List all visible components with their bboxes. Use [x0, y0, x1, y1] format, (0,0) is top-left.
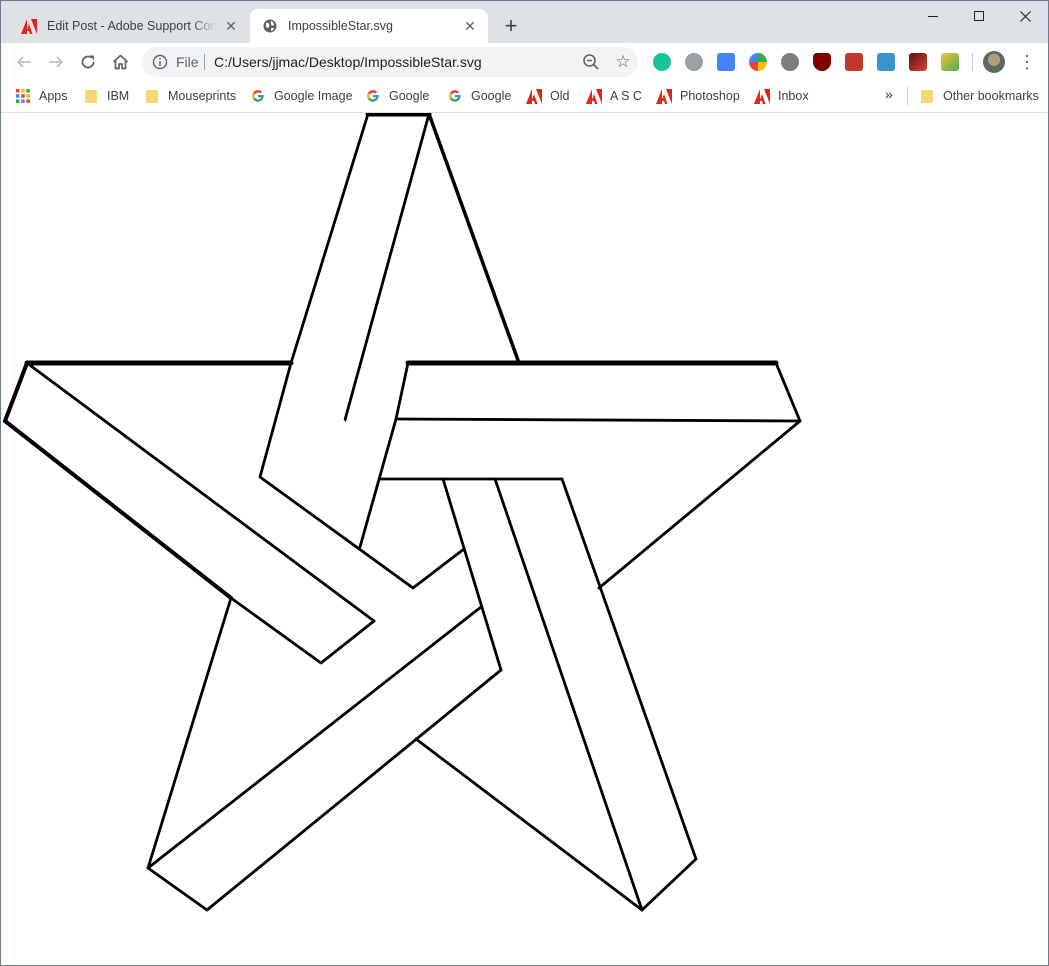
divider — [907, 87, 908, 105]
browser-window: Edit Post - Adobe Support Community ✕ Im… — [0, 0, 1049, 966]
bookmark-label: Old — [550, 89, 570, 103]
tab-strip: Edit Post - Adobe Support Community ✕ Im… — [1, 1, 1048, 43]
new-tab-button[interactable]: + — [499, 15, 523, 39]
close-tab-icon[interactable]: ✕ — [462, 18, 478, 34]
extension-camera-icon[interactable] — [877, 53, 895, 71]
folder-icon — [919, 88, 935, 104]
bookmarks-bar: Apps IBM Mouseprints Google Image Google — [1, 81, 1048, 113]
tab-title: ImpossibleStar.svg — [288, 19, 393, 33]
bookmark-ibm[interactable]: IBM — [83, 86, 129, 106]
bookmark-label: Mouseprints — [168, 89, 237, 103]
impossible-star-image — [3, 113, 802, 912]
bookmark-asc[interactable]: A S C — [586, 86, 642, 106]
grammarly-icon[interactable] — [653, 53, 671, 71]
adobe-icon — [21, 18, 37, 34]
bookmark-label: Google — [389, 89, 430, 103]
extension-gear-icon[interactable] — [781, 53, 799, 71]
close-tab-icon[interactable]: ✕ — [223, 18, 239, 34]
bookmark-star-icon[interactable]: ☆ — [613, 52, 633, 72]
minimize-icon[interactable] — [910, 1, 956, 31]
bookmarks-overflow-button[interactable]: » — [885, 86, 893, 102]
menu-icon[interactable]: ⋮ — [1017, 51, 1037, 73]
apps-grid-icon — [15, 88, 31, 104]
bookmark-label: Apps — [39, 89, 68, 103]
url-text[interactable]: C:/Users/jjmac/Desktop/ImpossibleStar.sv… — [214, 54, 482, 70]
tab-edit-post[interactable]: Edit Post - Adobe Support Community ✕ — [9, 9, 249, 43]
other-bookmarks[interactable]: Other bookmarks — [919, 86, 1039, 106]
bookmark-inbox[interactable]: Inbox — [754, 86, 809, 106]
divider — [972, 53, 973, 71]
ublock-icon[interactable] — [813, 53, 831, 71]
toolbar: File C:/Users/jjmac/Desktop/ImpossibleSt… — [1, 43, 1048, 81]
bookmark-google-image[interactable]: Google Image — [250, 86, 353, 106]
home-icon[interactable] — [107, 49, 133, 75]
bookmark-apps[interactable]: Apps — [15, 86, 68, 106]
extension-book-icon[interactable] — [845, 53, 863, 71]
back-arrow-icon[interactable] — [11, 49, 37, 75]
google-icon — [447, 88, 463, 104]
star-edge — [394, 417, 802, 423]
profile-avatar[interactable] — [983, 51, 1005, 73]
bookmark-old[interactable]: Old — [526, 86, 569, 106]
page-content — [1, 113, 1048, 965]
adobe-icon — [526, 88, 542, 104]
tab-impossible-star[interactable]: ImpossibleStar.svg ✕ — [250, 9, 488, 43]
bookmark-label: Inbox — [778, 89, 809, 103]
bookmark-label: Google — [471, 89, 512, 103]
bookmark-label: A S C — [610, 89, 642, 103]
close-window-icon[interactable] — [1002, 1, 1048, 31]
bookmark-photoshop[interactable]: Photoshop — [656, 86, 740, 106]
adobe-icon — [586, 88, 602, 104]
extension-red-icon[interactable] — [909, 53, 927, 71]
address-bar[interactable]: File C:/Users/jjmac/Desktop/ImpossibleSt… — [142, 47, 638, 77]
info-icon[interactable] — [152, 54, 168, 70]
scheme-label: File — [176, 54, 199, 70]
divider — [204, 54, 205, 70]
bookmark-mouseprints[interactable]: Mouseprints — [144, 86, 236, 106]
google-icon — [250, 88, 266, 104]
bookmark-label: Photoshop — [680, 89, 740, 103]
google-icon — [365, 88, 381, 104]
bookmark-google[interactable]: Google — [365, 86, 429, 106]
extension-chart-icon[interactable] — [941, 53, 959, 71]
maximize-icon[interactable] — [956, 1, 1002, 31]
bookmark-label: IBM — [107, 89, 130, 103]
bookmark-google-2[interactable]: Google — [447, 86, 511, 106]
folder-icon — [83, 88, 99, 104]
google-translate-icon[interactable] — [717, 53, 735, 71]
adobe-icon — [656, 88, 672, 104]
extension-gray-icon[interactable] — [685, 53, 703, 71]
adobe-icon — [754, 88, 770, 104]
window-controls — [910, 1, 1048, 31]
tab-title: Edit Post - Adobe Support Community — [47, 19, 217, 33]
reload-icon[interactable] — [75, 49, 101, 75]
bookmark-label: Other bookmarks — [943, 89, 1039, 103]
zoom-icon[interactable] — [582, 53, 600, 71]
forward-arrow-icon[interactable] — [43, 49, 69, 75]
globe-icon — [262, 18, 278, 34]
extension-circle-icon[interactable] — [749, 53, 767, 71]
bookmark-label: Google Image — [274, 89, 353, 103]
folder-icon — [144, 88, 160, 104]
